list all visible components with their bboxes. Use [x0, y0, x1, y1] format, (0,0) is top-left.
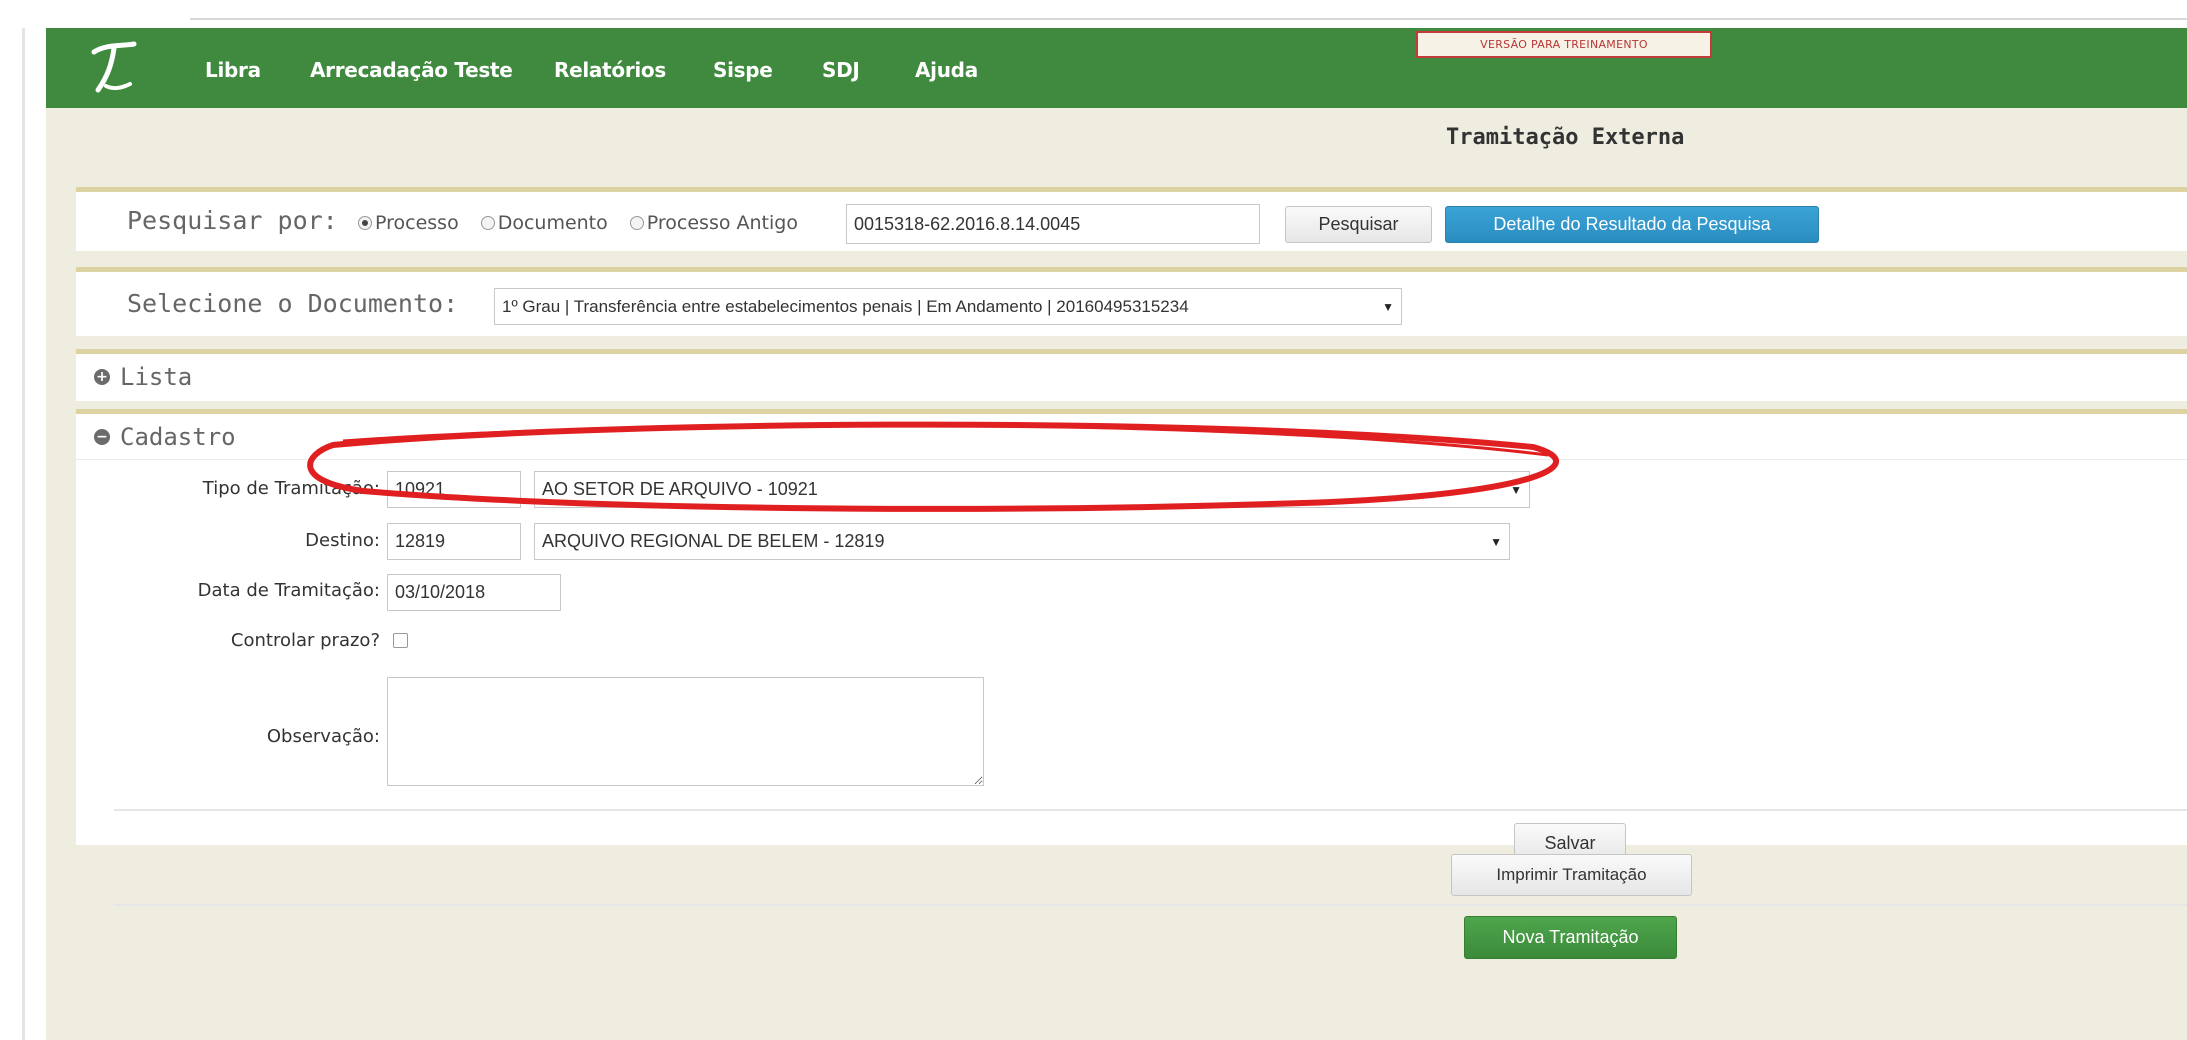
- search-panel: Pesquisar por: Processo Documento Proces…: [76, 187, 2187, 251]
- data-tramitacao-label: Data de Tramitação:: [197, 580, 380, 601]
- search-details-button[interactable]: Detalhe do Resultado da Pesquisa: [1445, 206, 1819, 243]
- lista-panel: + Lista: [76, 349, 2187, 401]
- tipo-tramitacao-label: Tipo de Tramitação:: [202, 478, 380, 499]
- destino-select-value: ARQUIVO REGIONAL DE BELEM - 12819: [542, 531, 885, 551]
- data-tramitacao-input[interactable]: 03/10/2018: [387, 574, 561, 611]
- dropdown-caret-icon: ▼: [1490, 534, 1502, 549]
- nav-item-ajuda[interactable]: Ajuda: [915, 58, 978, 82]
- cadastro-section-toggle[interactable]: − Cadastro: [94, 423, 236, 451]
- observacao-label: Observação:: [266, 726, 380, 747]
- nav-item-arrecadacao-teste[interactable]: Arrecadação Teste: [310, 58, 513, 82]
- search-type-radio-group: Processo Documento Processo Antigo: [358, 212, 798, 234]
- radio-processo-antigo[interactable]: [629, 216, 644, 230]
- nav-item-sispe[interactable]: Sispe: [713, 58, 773, 82]
- radio-processo-antigo-label: Processo Antigo: [646, 212, 798, 234]
- actions-divider: [114, 904, 2187, 906]
- document-select-value: 1º Grau | Transferência entre estabeleci…: [502, 296, 1189, 316]
- window-top-border: [190, 18, 2187, 20]
- dropdown-caret-icon: ▼: [1382, 299, 1394, 314]
- controlar-prazo-checkbox[interactable]: [393, 633, 408, 648]
- radio-processo[interactable]: [358, 216, 372, 230]
- radio-documento-label: Documento: [497, 212, 608, 234]
- training-version-badge: VERSÃO PARA TREINAMENTO: [1416, 31, 1712, 58]
- radio-documento[interactable]: [480, 216, 495, 230]
- cadastro-footer-divider: [114, 809, 2187, 811]
- new-tramitacao-button[interactable]: Nova Tramitação: [1464, 916, 1677, 959]
- document-select[interactable]: 1º Grau | Transferência entre estabeleci…: [494, 288, 1402, 325]
- app-logo[interactable]: [84, 38, 144, 98]
- controlar-prazo-label: Controlar prazo?: [230, 630, 380, 651]
- destino-label: Destino:: [305, 530, 380, 551]
- tipo-tramitacao-select-value: AO SETOR DE ARQUIVO - 10921: [542, 479, 818, 499]
- nav-item-relatorios[interactable]: Relatórios: [554, 58, 666, 82]
- lista-section-toggle[interactable]: + Lista: [94, 363, 192, 391]
- print-tramitacao-button[interactable]: Imprimir Tramitação: [1451, 854, 1692, 896]
- window-left-border: [22, 28, 25, 1040]
- search-input[interactable]: 0015318-62.2016.8.14.0045: [846, 204, 1260, 244]
- cadastro-title: Cadastro: [120, 423, 236, 451]
- destino-code-input[interactable]: 12819: [387, 523, 521, 560]
- search-button[interactable]: Pesquisar: [1285, 206, 1432, 243]
- tipo-tramitacao-code-input[interactable]: 10921: [387, 471, 521, 508]
- nav-item-libra[interactable]: Libra: [205, 58, 261, 82]
- app-container: Libra Arrecadação Teste Relatórios Sispe…: [46, 28, 2187, 1040]
- page-title: Tramitação Externa: [1446, 125, 1685, 150]
- lista-title: Lista: [120, 363, 193, 391]
- observacao-textarea[interactable]: [387, 677, 984, 786]
- cadastro-header-divider: [76, 459, 2187, 460]
- cadastro-panel: − Cadastro Tipo de Tramitação: 10921 AO …: [76, 409, 2187, 864]
- tipo-tramitacao-select[interactable]: AO SETOR DE ARQUIVO - 10921 ▼: [534, 471, 1530, 508]
- collapse-minus-icon: −: [94, 429, 110, 445]
- expand-plus-icon: +: [94, 369, 110, 385]
- nav-item-sdj[interactable]: SDJ: [822, 58, 860, 82]
- top-navbar: Libra Arrecadação Teste Relatórios Sispe…: [46, 28, 2187, 108]
- radio-processo-label: Processo: [375, 212, 459, 234]
- dropdown-caret-icon: ▼: [1510, 482, 1522, 497]
- destino-select[interactable]: ARQUIVO REGIONAL DE BELEM - 12819 ▼: [534, 523, 1510, 560]
- search-label: Pesquisar por:: [127, 206, 338, 235]
- document-select-label: Selecione o Documento:: [127, 289, 459, 318]
- document-select-panel: Selecione o Documento: 1º Grau | Transfe…: [76, 267, 2187, 336]
